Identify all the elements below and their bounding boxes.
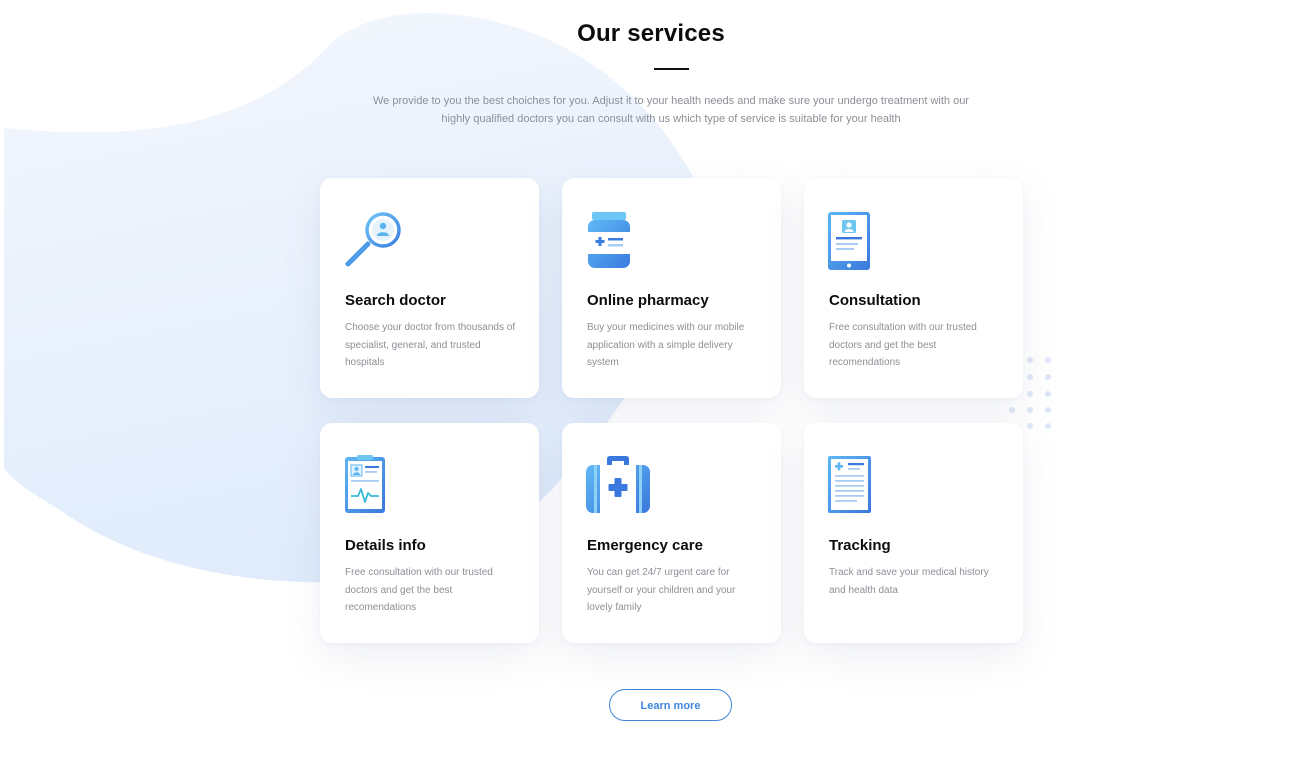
subtitle-line: We provide to you the best choiches for … [373, 95, 969, 107]
desc-line: Buy your medicines with our mobile [587, 322, 745, 333]
desc-line: yourself or your children and your [587, 584, 736, 596]
section-title: Our services [577, 20, 725, 47]
service-description: Free consultation with our trusted docto… [829, 319, 1001, 372]
section-subtitle: We provide to you the best choiches for … [370, 92, 972, 128]
learn-more-button[interactable]: Learn more [609, 689, 732, 721]
desc-line: You can get 24/7 urgent care for [587, 567, 730, 578]
desc-line: doctors and get the best [829, 339, 937, 351]
clipboard-heartbeat-icon [345, 455, 385, 513]
desc-line: recomendations [345, 602, 417, 613]
desc-line: Track and save your medical history [829, 567, 989, 578]
service-card-online-pharmacy[interactable]: Online pharmacy Buy your medicines with … [562, 178, 781, 398]
desc-line: application with a simple delivery [587, 339, 733, 351]
title-divider [654, 68, 689, 70]
first-aid-kit-icon [586, 456, 650, 513]
desc-line: doctors and get the best [345, 584, 453, 596]
service-title: Online pharmacy [587, 292, 709, 309]
service-card-tracking[interactable]: Tracking Track and save your medical his… [804, 423, 1023, 643]
tablet-profile-icon [828, 212, 870, 270]
service-card-search-doctor[interactable]: Search doctor Choose your doctor from th… [320, 178, 539, 398]
services-grid: Search doctor Choose your doctor from th… [320, 178, 1023, 644]
desc-line: Free consultation with our trusted [829, 322, 977, 333]
service-title: Consultation [829, 292, 921, 309]
desc-line: recomendations [829, 357, 901, 368]
medical-document-icon [828, 456, 871, 513]
service-description: Choose your doctor from thousands of spe… [345, 319, 517, 372]
desc-line: Choose your doctor from thousands of [345, 322, 516, 333]
medicine-bottle-icon [588, 212, 630, 268]
desc-line: system [587, 357, 619, 368]
desc-line: specialist, general, and trusted hospita… [345, 339, 481, 369]
desc-line: lovely family [587, 602, 642, 613]
service-title: Tracking [829, 537, 891, 554]
service-title: Details info [345, 537, 426, 554]
service-description: Free consultation with our trusted docto… [345, 564, 517, 617]
services-page: Our services We provide to you the best … [0, 0, 1302, 770]
desc-line: Free consultation with our trusted [345, 567, 493, 578]
service-description: Buy your medicines with our mobile appli… [587, 319, 759, 372]
service-card-consultation[interactable]: Consultation Free consultation with our … [804, 178, 1023, 398]
service-title: Search doctor [345, 292, 446, 309]
service-title: Emergency care [587, 537, 703, 554]
service-card-details-info[interactable]: Details info Free consultation with our … [320, 423, 539, 643]
service-card-emergency-care[interactable]: Emergency care You can get 24/7 urgent c… [562, 423, 781, 643]
service-description: Track and save your medical history and … [829, 564, 1001, 599]
service-description: You can get 24/7 urgent care for yoursel… [587, 564, 759, 617]
desc-line: and health data [829, 584, 898, 596]
subtitle-line: highly qualified doctors you can consult… [441, 113, 901, 125]
magnifier-doctor-icon [345, 212, 401, 267]
